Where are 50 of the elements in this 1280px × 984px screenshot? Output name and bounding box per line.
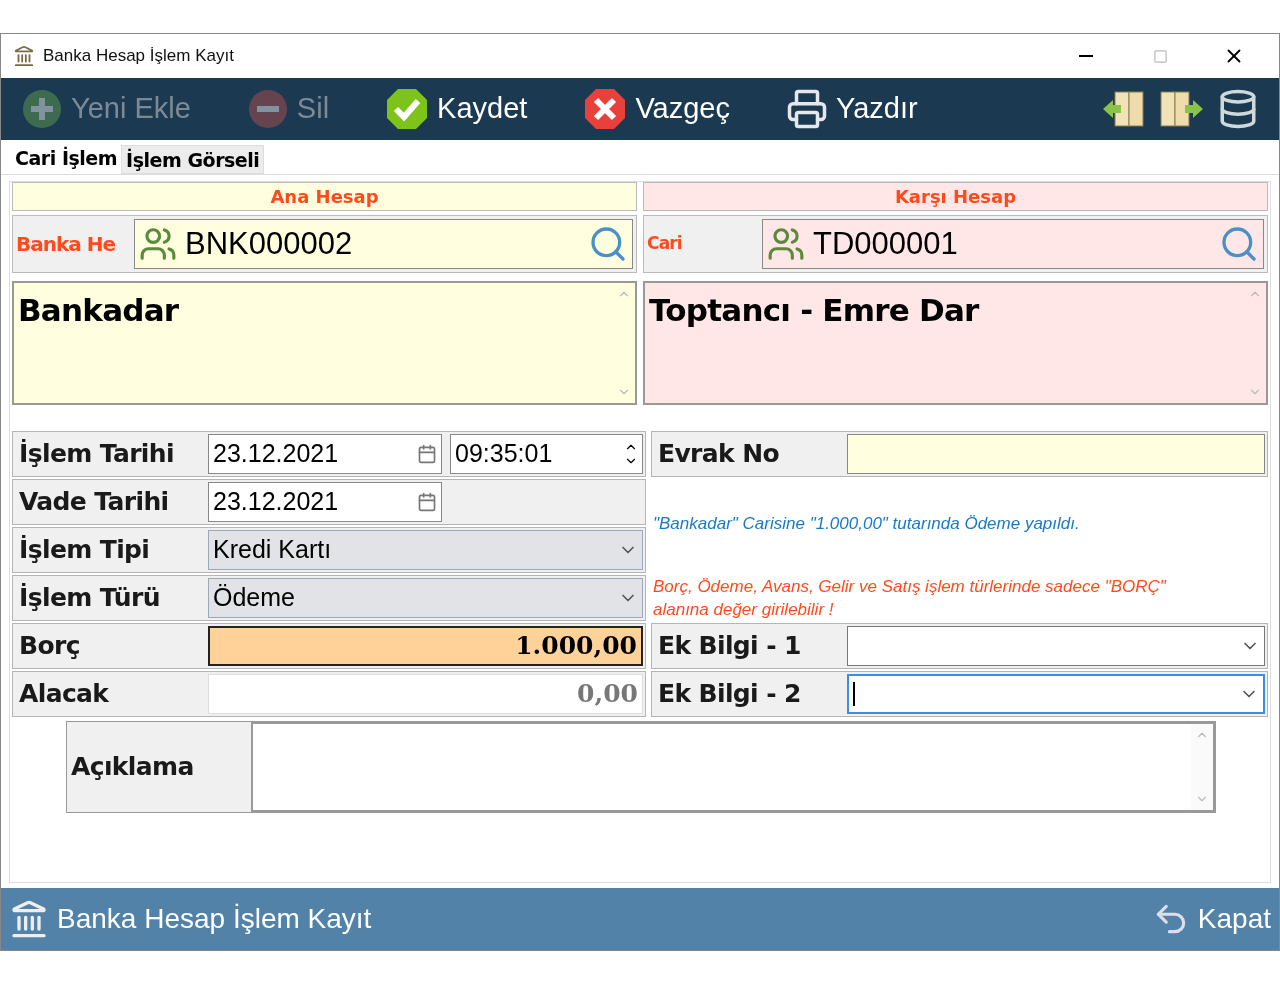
- account-label: Cari: [647, 232, 683, 256]
- text-cursor: [853, 682, 855, 706]
- time-field[interactable]: 09:35:01: [450, 434, 643, 474]
- bank-icon: [13, 45, 35, 67]
- account-code-field[interactable]: BNK000002: [134, 219, 633, 269]
- account-code: BNK000002: [185, 224, 354, 263]
- search-icon[interactable]: [588, 224, 628, 264]
- toolbar-button[interactable]: Kaydet: [385, 87, 528, 131]
- book-arrow-right-icon[interactable]: [1159, 89, 1205, 129]
- tab[interactable]: İşlem Görseli: [121, 145, 265, 174]
- scrollbar[interactable]: [1191, 724, 1213, 810]
- section-header: Karşı Hesap: [643, 182, 1268, 211]
- dropdown[interactable]: Ödeme: [208, 578, 643, 618]
- dropdown[interactable]: Kredi Kartı: [208, 530, 643, 570]
- users-icon: [767, 225, 805, 263]
- maximize-icon: [1152, 48, 1168, 64]
- close-button[interactable]: Kapat: [1151, 898, 1271, 940]
- calendar-icon[interactable]: [417, 492, 437, 512]
- document-number-field[interactable]: [847, 434, 1265, 474]
- warning-message: Borç, Ödeme, Avans, Gelir ve Satış işlem türlerinde sadece "BORÇ" alanına değer girilebilir !: [652, 576, 1168, 621]
- printer-icon: [785, 88, 828, 130]
- account-name: Bankadar: [17, 291, 180, 330]
- window-title: Banka Hesap İşlem Kayıt: [43, 45, 234, 68]
- toolbar-button[interactable]: Vazgeç: [583, 87, 730, 131]
- toolbar-button[interactable]: Yazdır: [785, 87, 918, 131]
- info-message: "Bankadar" Carisine "1.000,00" tutarında Ödeme yapıldı.: [652, 513, 1081, 535]
- footer-title: Banka Hesap İşlem Kayıt: [57, 902, 373, 936]
- dropdown[interactable]: [847, 626, 1265, 666]
- amount-field[interactable]: 1.000,00: [208, 626, 643, 666]
- account-label: Banka He: [16, 231, 117, 258]
- dropdown[interactable]: [847, 674, 1265, 714]
- date-field[interactable]: 23.12.2021: [208, 482, 442, 522]
- description-field[interactable]: [251, 722, 1215, 812]
- bank-icon: [9, 899, 49, 939]
- amount-field[interactable]: 0,00: [208, 674, 643, 714]
- close-icon: [583, 87, 628, 131]
- account-code: TD000001: [813, 224, 959, 263]
- minimize-icon: [1079, 55, 1093, 57]
- search-icon[interactable]: [1219, 224, 1259, 264]
- check-icon: [385, 87, 430, 131]
- users-icon: [139, 225, 177, 263]
- field-label: Açıklama: [70, 751, 195, 784]
- book-arrow-left-icon[interactable]: [1101, 89, 1147, 129]
- account-code-field[interactable]: TD000001: [762, 219, 1264, 269]
- minus-icon: [246, 88, 289, 130]
- account-name: Toptancı - Emre Dar: [648, 291, 981, 330]
- section-header: Ana Hesap: [12, 182, 637, 211]
- plus-icon: [21, 88, 63, 130]
- date-field[interactable]: 23.12.2021: [208, 434, 442, 474]
- calendar-icon[interactable]: [417, 444, 437, 464]
